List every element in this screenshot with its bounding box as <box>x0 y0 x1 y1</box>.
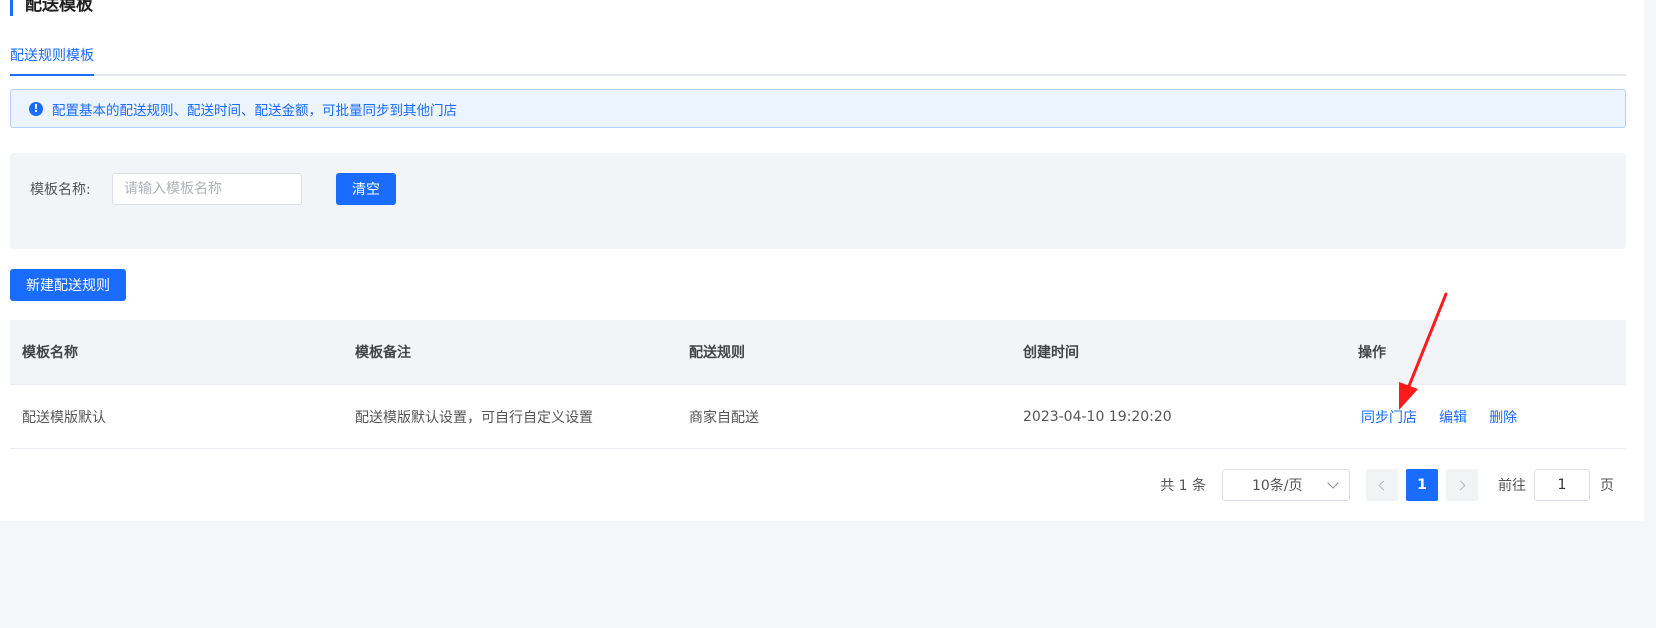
template-name-label: 模板名称: <box>30 182 91 198</box>
header-template-name: 模板名称 <box>22 345 78 361</box>
chevron-right-icon <box>1455 480 1466 490</box>
total-count: 共 1 条 <box>1160 478 1206 494</box>
info-notice: ! 配置基本的配送规则、配送时间、配送金额，可批量同步到其他门店 <box>10 89 1626 128</box>
header-created-time: 创建时间 <box>1023 345 1079 361</box>
header-template-remark: 模板备注 <box>355 345 411 361</box>
clear-button[interactable]: 清空 <box>336 173 396 205</box>
cell-operations: 同步门店 编辑 删除 <box>1361 407 1534 427</box>
tab-bar: 配送规则模板 <box>10 40 1626 76</box>
sync-store-link[interactable]: 同步门店 <box>1361 410 1417 426</box>
chevron-down-icon <box>1327 477 1339 489</box>
edit-link[interactable]: 编辑 <box>1439 410 1467 426</box>
notice-text: 配置基本的配送规则、配送时间、配送金额，可批量同步到其他门店 <box>52 102 457 119</box>
header-operations: 操作 <box>1358 345 1386 361</box>
filter-panel: 模板名称: 清空 <box>10 153 1626 249</box>
prev-page-button[interactable] <box>1366 469 1398 501</box>
new-delivery-rule-button[interactable]: 新建配送规则 <box>10 269 126 301</box>
info-icon: ! <box>29 101 43 116</box>
page-title: 配送模板 <box>10 0 93 16</box>
page-suffix: 页 <box>1600 478 1614 494</box>
cell-created-time: 2023-04-10 19:20:20 <box>1023 408 1172 425</box>
delete-link[interactable]: 删除 <box>1489 410 1517 426</box>
table-header: 模板名称 模板备注 配送规则 创建时间 操作 <box>10 320 1626 385</box>
page-number-button[interactable]: 1 <box>1406 469 1438 501</box>
cell-template-remark: 配送模版默认设置，可自行自定义设置 <box>355 409 593 426</box>
cell-delivery-rule: 商家自配送 <box>689 409 759 426</box>
page-size-value: 10条/页 <box>1252 478 1303 494</box>
table-row: 配送模版默认 配送模版默认设置，可自行自定义设置 商家自配送 2023-04-1… <box>10 385 1626 449</box>
header-delivery-rule: 配送规则 <box>689 345 745 361</box>
page-size-select[interactable]: 10条/页 <box>1222 469 1350 501</box>
template-name-input[interactable] <box>112 173 302 205</box>
tab-delivery-rule-template[interactable]: 配送规则模板 <box>10 45 94 76</box>
pagination: 共 1 条 10条/页 1 前往 页 <box>1160 469 1614 501</box>
cell-template-name: 配送模版默认 <box>22 409 106 426</box>
goto-label: 前往 <box>1498 478 1526 494</box>
goto-page-input[interactable] <box>1534 469 1590 501</box>
template-table: 模板名称 模板备注 配送规则 创建时间 操作 配送模版默认 配送模版默认设置，可… <box>10 320 1626 449</box>
chevron-left-icon <box>1378 480 1389 490</box>
content-card: 配送模板 配送规则模板 ! 配置基本的配送规则、配送时间、配送金额，可批量同步到… <box>0 0 1644 521</box>
next-page-button[interactable] <box>1446 469 1478 501</box>
